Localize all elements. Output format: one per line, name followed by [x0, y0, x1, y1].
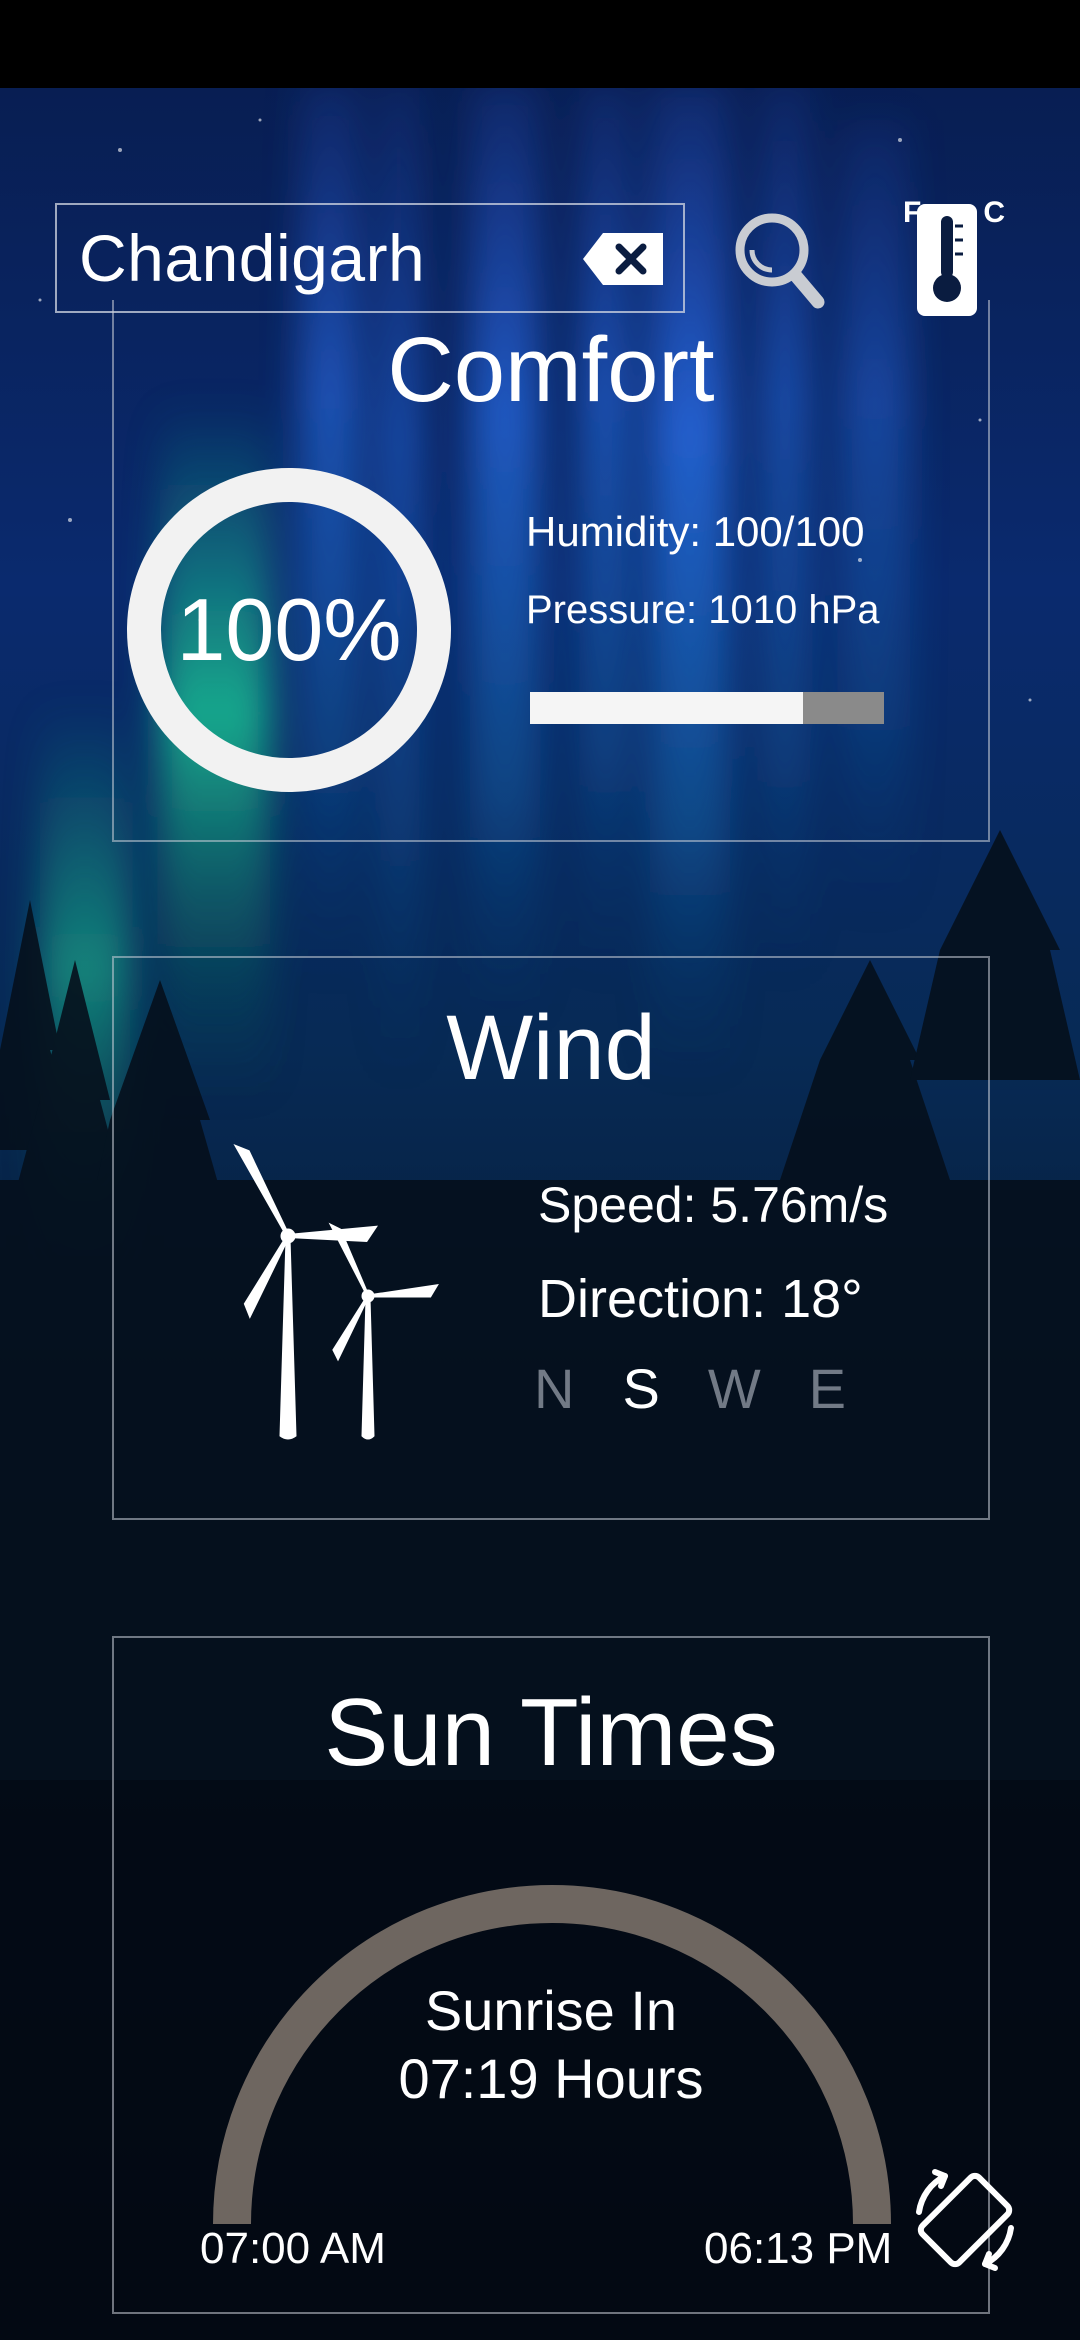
pressure-text: Pressure: 1010 hPa	[526, 588, 880, 632]
city-search-input[interactable]: Chandigarh	[55, 203, 685, 313]
compass-n: N	[534, 1357, 575, 1420]
unit-celsius-label: C	[983, 196, 1005, 229]
sunset-time: 06:13 PM	[704, 2224, 893, 2273]
wind-card: Wind Speed: 5.76m/s Direction: 18° N S W…	[112, 956, 990, 1520]
sun-times-title: Sun Times	[324, 1679, 778, 1786]
wind-title: Wind	[446, 997, 656, 1099]
compass-s: S	[622, 1357, 660, 1420]
comfort-card: Comfort 100% Humidity: 100/100 Pressure:…	[112, 300, 990, 842]
backspace-clear-icon[interactable]	[583, 233, 663, 285]
wind-direction-text: Direction: 18°	[538, 1269, 863, 1329]
comfort-percent: 100%	[176, 580, 402, 679]
search-input-value: Chandigarh	[79, 221, 426, 295]
sun-times-card: Sun Times Sunrise In 07:19 Hours 07:00 A…	[112, 1636, 990, 2314]
screen-rotate-icon[interactable]	[905, 2160, 1025, 2280]
wind-speed-text: Speed: 5.76m/s	[538, 1177, 889, 1233]
compass-e: E	[808, 1357, 847, 1420]
compass-directions: N S W E	[534, 1356, 846, 1421]
comfort-progress-bar	[530, 692, 884, 724]
sunrise-time: 07:00 AM	[200, 2224, 386, 2273]
humidity-text: Humidity: 100/100	[526, 508, 865, 555]
sunrise-countdown-label: Sunrise In	[424, 1979, 678, 2042]
compass-w: W	[707, 1357, 761, 1420]
sunrise-countdown-value: 07:19 Hours	[398, 2047, 704, 2110]
status-bar	[0, 0, 1080, 88]
comfort-title: Comfort	[387, 319, 715, 421]
comfort-progress-fill	[530, 692, 803, 724]
